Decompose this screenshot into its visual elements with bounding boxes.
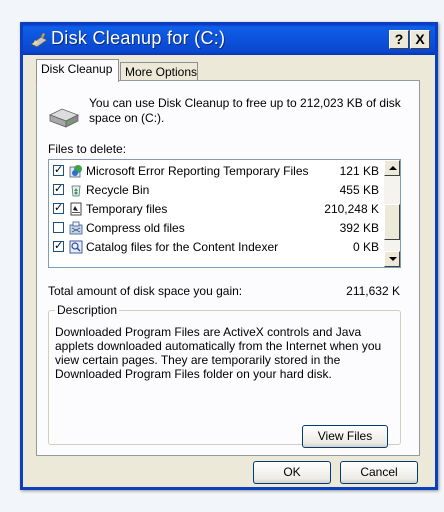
tab-disk-cleanup[interactable]: Disk Cleanup (36, 59, 119, 82)
files-to-delete-label: Files to delete: (48, 142, 127, 156)
file-size: 455 KB (339, 183, 379, 197)
checkbox[interactable]: ✓ (53, 241, 64, 252)
file-size: 0 KB (352, 240, 379, 254)
help-button[interactable]: ? (389, 30, 409, 49)
disk-cleanup-dialog: Disk Cleanup for (C:) ? X Disk Cleanup M… (20, 22, 438, 490)
compress-icon (69, 221, 83, 235)
file-size: 121 KB (339, 164, 379, 178)
checkbox[interactable] (53, 222, 64, 233)
file-name: Compress old files (86, 221, 185, 235)
list-item[interactable]: ✓ Temporary files 210,248 K (49, 200, 385, 218)
file-size: 210,248 K (324, 202, 379, 216)
catalog-icon (69, 240, 83, 254)
view-files-button[interactable]: View Files (302, 425, 388, 448)
description-text: Downloaded Program Files are ActiveX con… (55, 325, 382, 381)
file-name: Catalog files for the Content Indexer (86, 240, 279, 254)
total-space-value: 211,632 K (346, 284, 400, 298)
temp-files-icon (70, 202, 82, 216)
scroll-down-button[interactable] (384, 251, 400, 267)
intro-text: You can use Disk Cleanup to free up to 2… (89, 96, 401, 125)
recycle-bin-icon (71, 185, 81, 197)
ok-button[interactable]: OK (253, 461, 331, 484)
file-name: Recycle Bin (86, 183, 150, 197)
file-size: 392 KB (339, 221, 379, 235)
file-name: Microsoft Error Reporting Temporary File… (86, 164, 309, 178)
description-legend: Description (55, 303, 120, 317)
list-item[interactable]: ✓ Microsoft Error Reporting Temporary Fi… (49, 162, 385, 180)
checkbox[interactable]: ✓ (53, 203, 64, 214)
arrow-down-icon (389, 257, 397, 261)
disk-cleanup-panel: You can use Disk Cleanup to free up to 2… (36, 80, 420, 456)
scroll-thumb[interactable] (384, 204, 400, 240)
checkbox[interactable]: ✓ (53, 165, 64, 176)
tab-more-options[interactable]: More Options (120, 62, 198, 81)
hard-drive-icon (49, 108, 79, 128)
list-item[interactable]: ✓ Catalog files for the Content Indexer … (49, 238, 385, 256)
files-scrollbar[interactable] (384, 160, 400, 267)
arrow-up-icon (389, 166, 397, 170)
error-report-icon (69, 165, 82, 178)
window-title: Disk Cleanup for (C:) (51, 28, 226, 48)
description-group: Description Downloaded Program Files are… (48, 303, 401, 448)
list-item[interactable]: Compress old files 392 KB (49, 219, 385, 237)
file-name: Temporary files (86, 202, 168, 216)
checkbox[interactable]: ✓ (53, 184, 64, 195)
close-button[interactable]: X (410, 30, 430, 49)
disk-cleanup-icon (30, 33, 48, 48)
title-bar[interactable]: Disk Cleanup for (C:) ? X (23, 25, 435, 55)
scroll-up-button[interactable] (384, 160, 400, 176)
cancel-button[interactable]: Cancel (340, 461, 418, 484)
total-space-label: Total amount of disk space you gain: (48, 284, 243, 298)
list-item[interactable]: ✓ Recycle Bin 455 KB (49, 181, 385, 199)
files-to-delete-list[interactable]: ✓ Microsoft Error Reporting Temporary Fi… (48, 159, 401, 268)
